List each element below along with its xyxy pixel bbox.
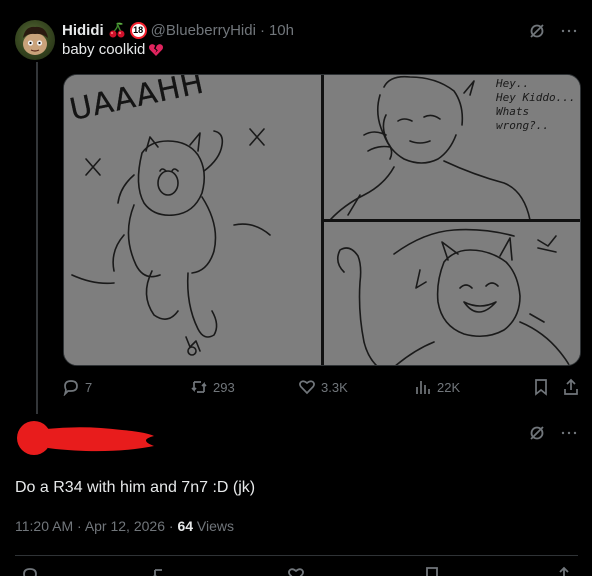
share-icon[interactable] [555, 566, 573, 576]
user-handle[interactable]: @BlueberryHidi [151, 22, 256, 39]
comic-panel-left[interactable]: UAAAHH [64, 75, 322, 365]
comic-panel-bottom-right[interactable] [324, 222, 580, 365]
meta-separator: · [77, 518, 82, 534]
views-icon [416, 381, 430, 394]
post-text-content: baby coolkid [62, 41, 146, 58]
display-name[interactable]: Hididi [62, 22, 104, 39]
happy-kid-sketch [336, 228, 570, 365]
meta-separator: · [168, 518, 174, 534]
reply-icon[interactable] [21, 566, 39, 576]
cherries-icon [108, 21, 126, 39]
repost-count: 293 [213, 379, 235, 395]
bookmark-button[interactable] [532, 378, 550, 396]
more-options-icon[interactable] [560, 424, 578, 447]
thread-line [36, 62, 38, 414]
like-count: 3.3K [321, 379, 348, 395]
header-separator: · [259, 21, 265, 39]
reply-top-actions [528, 424, 578, 447]
post-media-grid[interactable]: UAAAHH Hey.. Hey Kiddo... Whats wrong?.. [63, 74, 581, 366]
like-button[interactable]: 3.3K [298, 378, 348, 396]
avatar-image [23, 26, 48, 55]
like-icon [299, 380, 315, 395]
post-top-actions [528, 22, 578, 45]
repost-icon [191, 381, 207, 393]
divider [15, 555, 578, 556]
reply-date[interactable]: Apr 12, 2026 [85, 518, 165, 534]
speech-bubble-text: Hey.. Hey Kiddo... Whats wrong?.. [496, 77, 576, 132]
reply-text: Do a R34 with him and 7n7 :D (jk) [15, 479, 256, 496]
repost-button[interactable]: 293 [190, 378, 235, 396]
views-button[interactable]: 22K [414, 378, 460, 396]
reply-action-bar [15, 566, 578, 576]
grok-icon[interactable] [528, 424, 546, 447]
reply-views-label: Views [196, 518, 234, 534]
more-options-icon[interactable] [560, 22, 578, 45]
broken-heart-icon [148, 42, 164, 58]
post-text: baby coolkid [62, 41, 164, 58]
share-icon [564, 378, 578, 395]
share-button[interactable] [562, 378, 580, 396]
panel-divider-horizontal [321, 219, 580, 222]
age-18-badge: 18 [129, 21, 147, 39]
reply-meta: 11:20 AM · Apr 12, 2026 · 64 Views [15, 518, 234, 534]
reply-icon [63, 380, 78, 396]
bookmark-icon [535, 379, 547, 396]
post-header: Hididi 18 @BlueberryHidi · 10h [62, 20, 294, 40]
avatar[interactable] [15, 20, 55, 60]
redacted-author-scribble [17, 421, 154, 455]
reply-count: 7 [85, 379, 93, 395]
post-time[interactable]: 10h [269, 22, 294, 39]
repost-icon[interactable] [151, 566, 169, 576]
reply-time[interactable]: 11:20 AM [15, 518, 73, 534]
grok-icon[interactable] [528, 22, 546, 45]
bookmark-icon[interactable] [423, 566, 441, 576]
reply-button[interactable]: 7 [62, 378, 92, 396]
views-count: 22K [437, 379, 461, 395]
like-icon[interactable] [287, 566, 305, 576]
comic-panel-top-right[interactable]: Hey.. Hey Kiddo... Whats wrong?.. [324, 75, 580, 220]
engagement-bar: 7 293 3.3K 22K [62, 378, 582, 398]
reply-views-count: 64 [177, 518, 194, 534]
